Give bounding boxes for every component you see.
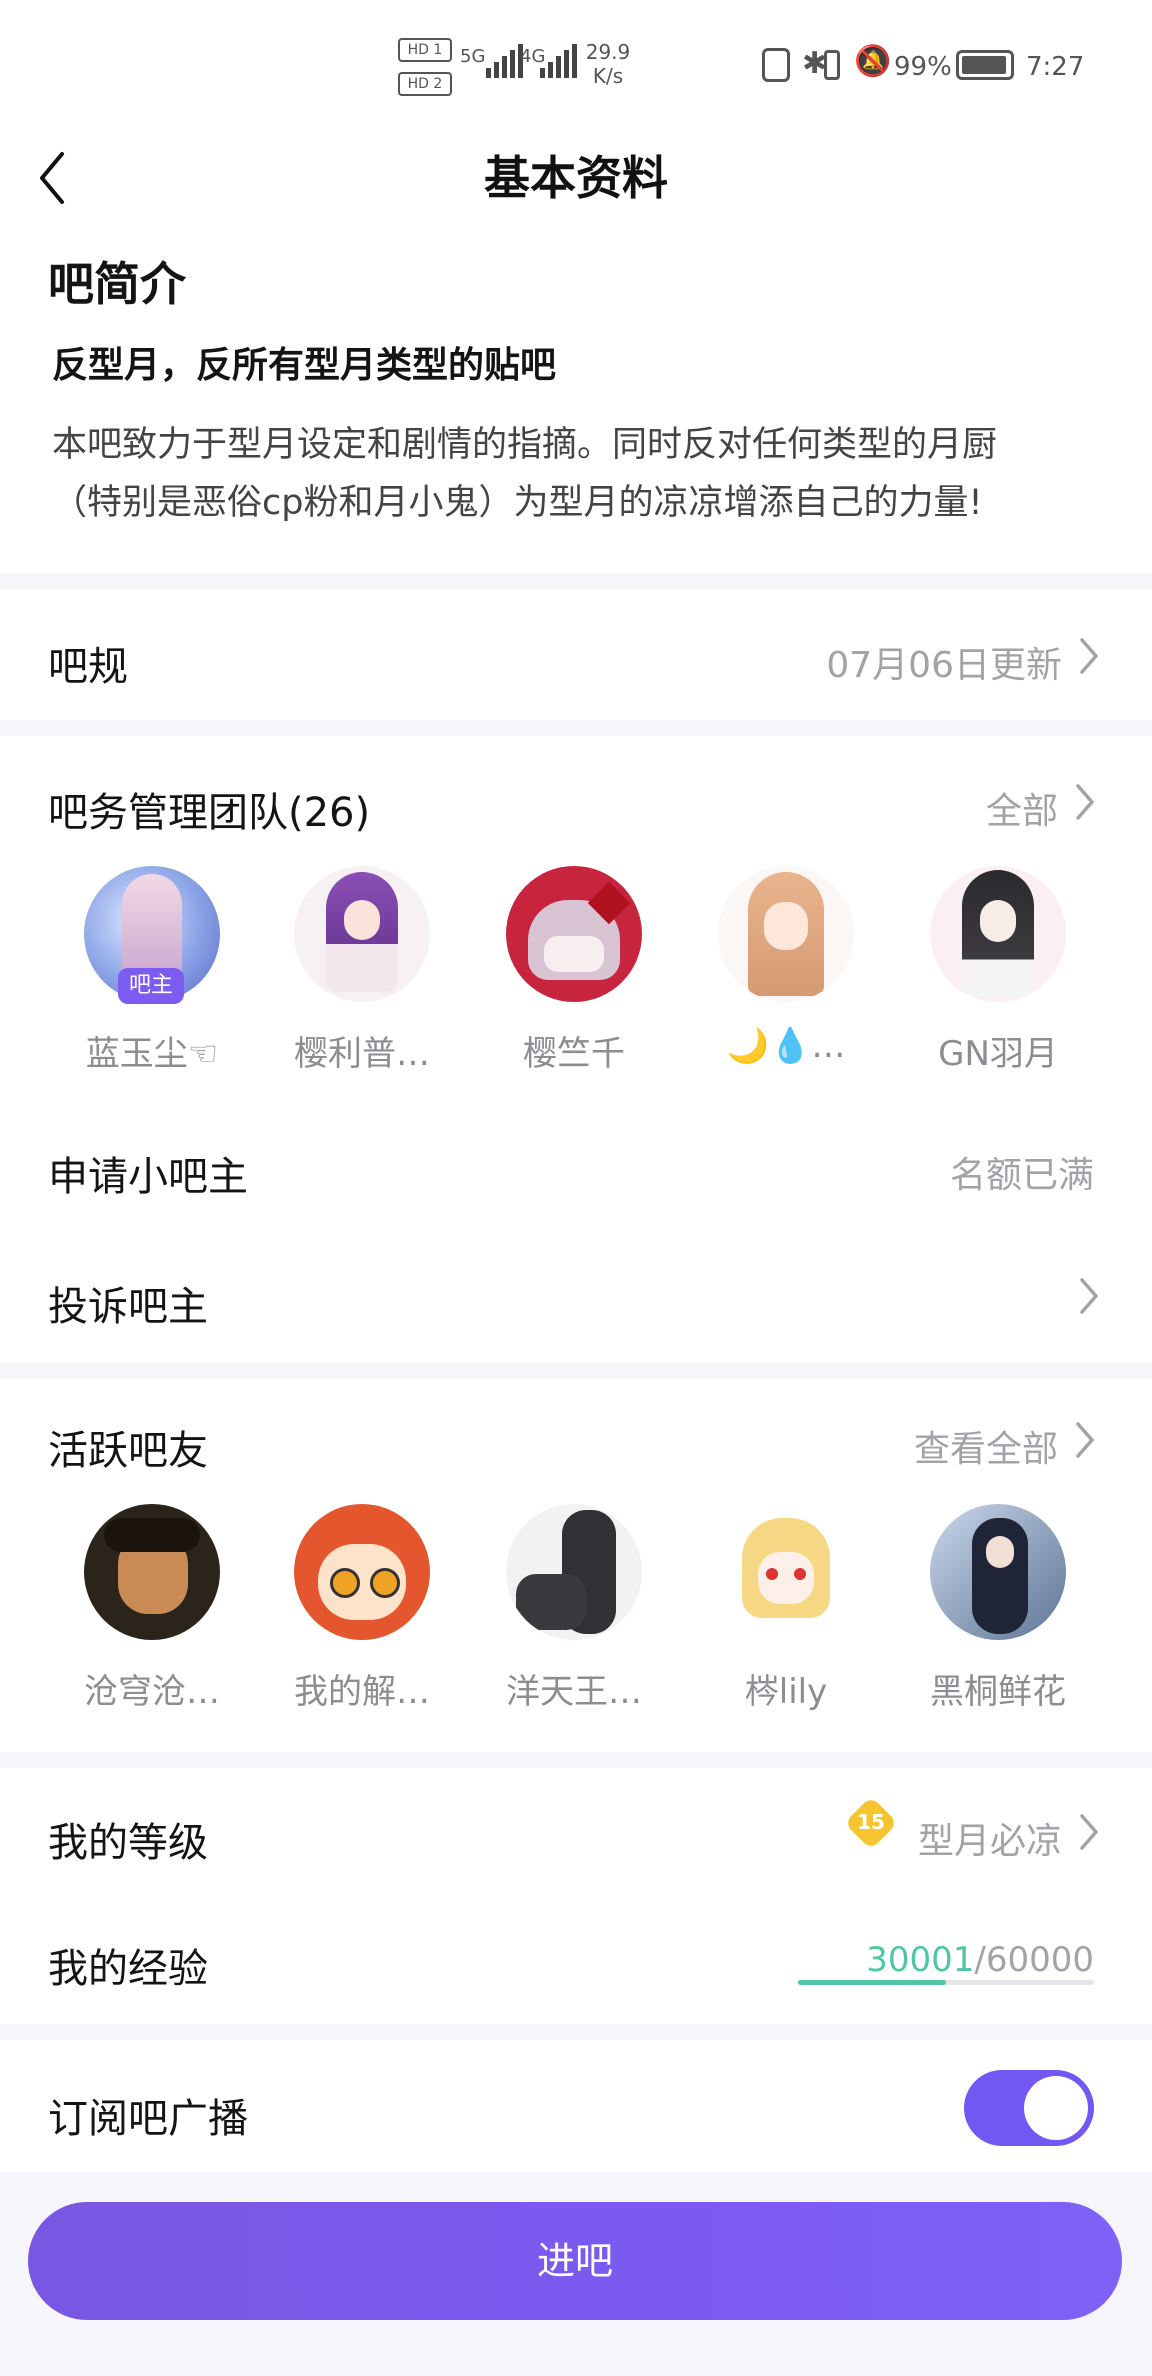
team-all-link[interactable]: 全部 [900, 772, 1100, 832]
chevron-right-icon [1080, 1814, 1098, 1850]
network-speed: 29.9 K/s [584, 40, 632, 88]
apply-status: 名额已满 [949, 1155, 1094, 1196]
section-divider [0, 1752, 1152, 1768]
active-member[interactable]: 黑桐鲜花 [908, 1504, 1088, 1713]
speed-value: 29.9 [585, 40, 631, 64]
section-divider [0, 574, 1152, 590]
signal-icon-1 [486, 44, 523, 78]
battery-icon [956, 50, 1014, 80]
section-divider [0, 720, 1152, 736]
avatar [718, 866, 854, 1002]
intro-heading: 吧简介 [48, 257, 186, 311]
enter-button[interactable]: 进吧 [28, 2202, 1122, 2320]
avatar [506, 1504, 642, 1640]
team-label: 吧务管理团队(26) [48, 790, 371, 836]
section-divider [0, 2024, 1152, 2040]
active-all-link[interactable]: 查看全部 [880, 1410, 1100, 1470]
active-label: 活跃吧友 [48, 1428, 208, 1474]
level-label: 我的等级 [48, 1820, 208, 1866]
subscribe-label: 订阅吧广播 [48, 2096, 248, 2142]
battery-percent: 99% [894, 52, 952, 82]
level-badge-number: 15 [857, 1810, 885, 1834]
owner-badge: 吧主 [118, 968, 184, 1004]
hd2-badge: HD 2 [398, 72, 452, 96]
avatar [294, 866, 430, 1002]
member-name: 蓝玉尘☜ [85, 1034, 219, 1074]
chevron-right-icon [1080, 638, 1098, 674]
exp-current: 30001 [866, 1940, 975, 1980]
level-title: 型月必凉 [917, 1821, 1062, 1862]
active-member[interactable]: 梣lily [696, 1504, 876, 1713]
member-name: 樱竺千 [523, 1034, 625, 1074]
section-divider [0, 1362, 1152, 1378]
chevron-right-icon [1076, 1422, 1094, 1458]
team-member[interactable]: 🌙💧… [696, 866, 876, 1066]
chevron-right-icon [1080, 1278, 1098, 1314]
avatar [718, 1504, 854, 1640]
rules-label: 吧规 [48, 644, 128, 690]
intro-desc-line2: （特别是恶俗cp粉和月小鬼）为型月的凉凉增添自己的力量! [52, 483, 983, 523]
intro-desc-line1: 本吧致力于型月设定和剧情的指摘。同时反对任何类型的月厨 [52, 425, 998, 465]
member-name: 洋天王… [506, 1672, 642, 1712]
mute-bell-icon: 🔕 [854, 44, 892, 79]
sim1-label: 5G [460, 46, 486, 67]
nfc-icon [762, 48, 790, 82]
active-member[interactable]: 洋天王… [484, 1504, 664, 1713]
vibrate-icon [824, 50, 840, 80]
apply-row[interactable]: 申请小吧主 名额已满 [0, 1120, 1152, 1220]
team-all-label: 全部 [985, 791, 1058, 832]
member-name: 🌙💧… [726, 1026, 846, 1066]
team-member[interactable]: GN羽月 [908, 866, 1088, 1075]
member-name: 梣lily [744, 1672, 828, 1712]
exp-progress-fill [798, 1980, 946, 1985]
speed-unit: K/s [592, 64, 624, 88]
intro-subtitle: 反型月，反所有型月类型的贴吧 [52, 345, 557, 386]
page-title: 基本资料 [484, 151, 668, 205]
signal-icon-2 [540, 44, 577, 78]
complain-row[interactable]: 投诉吧主 [0, 1250, 1152, 1350]
level-row[interactable]: 我的等级 15 型月必凉 [0, 1768, 1152, 1898]
avatar [294, 1504, 430, 1640]
apply-label: 申请小吧主 [48, 1154, 248, 1200]
avatar [930, 1504, 1066, 1640]
complain-label: 投诉吧主 [48, 1284, 208, 1330]
member-name: GN羽月 [938, 1034, 1058, 1074]
subscribe-toggle[interactable] [964, 2070, 1094, 2146]
member-name: 黑桐鲜花 [930, 1672, 1066, 1712]
member-name: 沧穹沧… [84, 1672, 220, 1712]
exp-value: 30001/60000 [866, 1940, 1094, 1980]
active-member[interactable]: 我的解… [272, 1504, 452, 1713]
avatar [930, 866, 1066, 1002]
member-name: 樱利普… [294, 1034, 430, 1074]
exp-progress-track [798, 1980, 1094, 1985]
toggle-knob [1024, 2076, 1088, 2140]
avatar [84, 1504, 220, 1640]
exp-total: /60000 [974, 1940, 1094, 1980]
status-bar: HD 1 HD 2 5G 4G 29.9 K/s ✱ 🔕 99% 7:27 [0, 0, 1152, 130]
chevron-right-icon [1076, 784, 1094, 820]
intro-description: 本吧致力于型月设定和剧情的指摘。同时反对任何类型的月厨 （特别是恶俗cp粉和月小… [52, 416, 1112, 532]
rules-row[interactable]: 吧规 07月06日更新 [0, 590, 1152, 720]
active-all-label: 查看全部 [913, 1429, 1058, 1470]
exp-label: 我的经验 [48, 1946, 208, 1992]
clock: 7:27 [1026, 52, 1085, 82]
avatar [506, 866, 642, 1002]
rules-updated: 07月06日更新 [826, 645, 1062, 686]
active-member[interactable]: 沧穹沧… [62, 1504, 242, 1713]
team-member[interactable]: 樱竺千 [484, 866, 664, 1075]
hd1-badge: HD 1 [398, 38, 452, 62]
team-member[interactable]: 樱利普… [272, 866, 452, 1075]
member-name: 我的解… [294, 1672, 430, 1712]
